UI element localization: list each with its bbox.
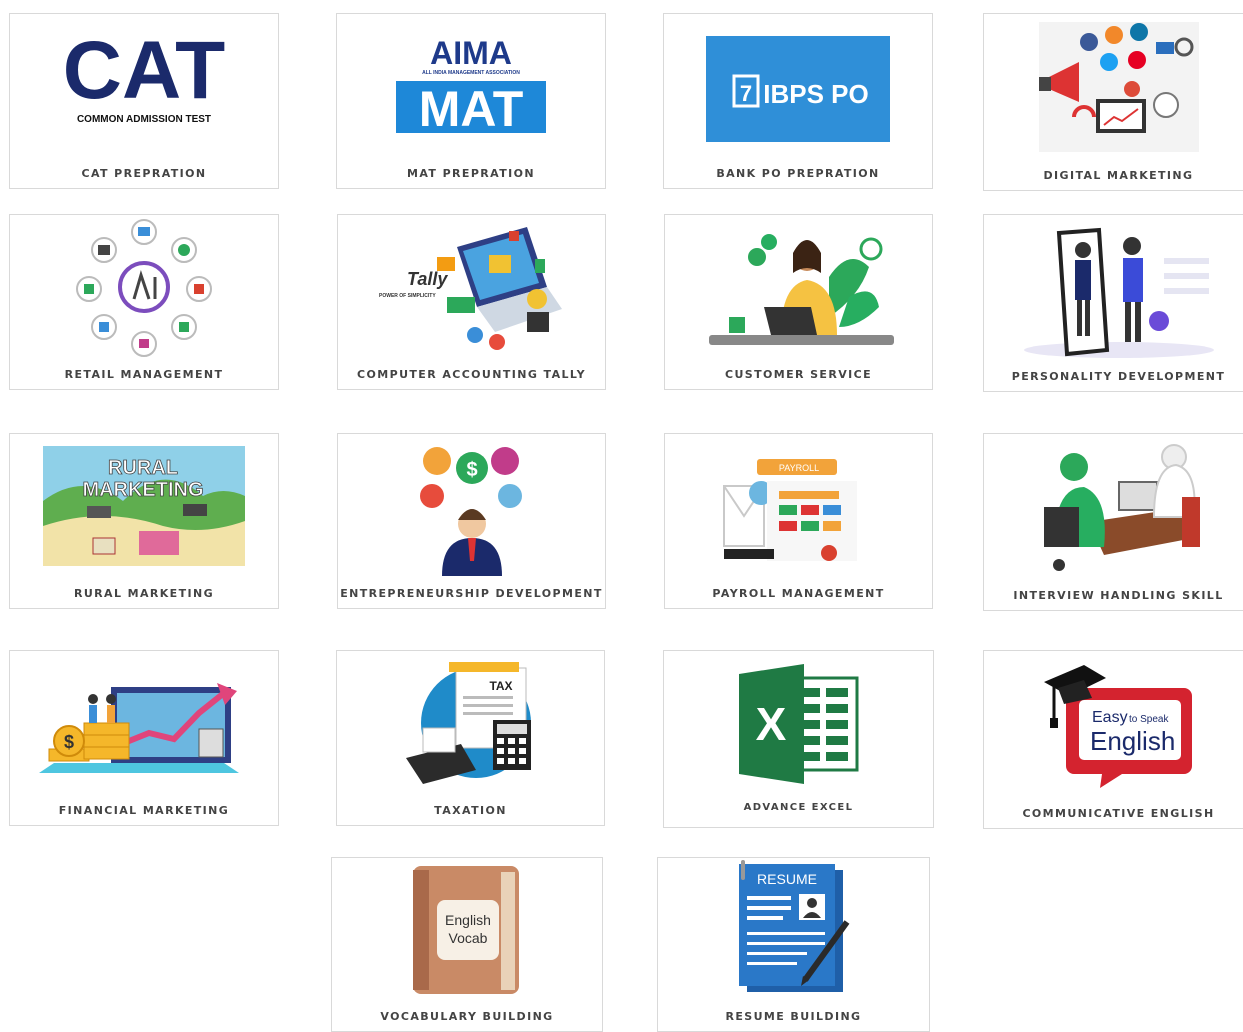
svg-text:Easy: Easy bbox=[1092, 709, 1128, 726]
course-title: MAT PREPRATION bbox=[407, 167, 535, 180]
course-card-payroll-management[interactable]: PAYROLL PAYROLL MANAGEMENT bbox=[664, 433, 933, 609]
course-card-cat[interactable]: CAT COMMON ADMISSION TEST CAT PREPRATION bbox=[9, 13, 279, 189]
course-card-taxation[interactable]: TAX TAXATION bbox=[336, 650, 605, 826]
svg-text:TAX: TAX bbox=[489, 679, 512, 693]
course-card-mat[interactable]: AIMA ALL INDIA MANAGEMENT ASSOCIATION MA… bbox=[336, 13, 606, 189]
svg-text:English: English bbox=[1090, 726, 1175, 756]
course-card-resume-building[interactable]: RESUME RESUME BUILDING bbox=[657, 857, 930, 1032]
course-card-communicative-english[interactable]: Easy to Speak English COMMUNICATIVE ENGL… bbox=[983, 650, 1243, 829]
taxation-illustration: TAX bbox=[337, 651, 604, 795]
cat-logo: CAT COMMON ADMISSION TEST bbox=[10, 14, 278, 158]
svg-text:English: English bbox=[445, 912, 491, 928]
svg-text:CAT: CAT bbox=[63, 36, 225, 116]
course-title: INTERVIEW HANDLING SKILL bbox=[1013, 589, 1224, 602]
tally-illustration: Tally POWER OF SIMPLICITY bbox=[338, 215, 605, 359]
svg-text:MAT: MAT bbox=[419, 81, 524, 137]
svg-text:COMMON ADMISSION TEST: COMMON ADMISSION TEST bbox=[77, 114, 211, 125]
course-card-computer-accounting-tally[interactable]: Tally POWER OF SIMPLICITY COMPUTER ACCOU… bbox=[337, 214, 606, 390]
ibps-logo: 7 IBPS PO bbox=[664, 14, 932, 158]
svg-text:7: 7 bbox=[740, 81, 752, 106]
course-card-vocabulary-building[interactable]: English Vocab VOCABULARY BUILDING bbox=[331, 857, 603, 1032]
course-card-financial-marketing[interactable]: $ FINANCIAL MARKETING bbox=[9, 650, 279, 826]
svg-text:$: $ bbox=[466, 459, 477, 481]
course-card-rural-marketing[interactable]: RURAL MARKETING RURAL MARKETING bbox=[9, 433, 279, 609]
course-card-customer-service[interactable]: CUSTOMER SERVICE bbox=[664, 214, 933, 390]
svg-text:RURAL: RURAL bbox=[108, 457, 178, 479]
svg-text:IBPS PO: IBPS PO bbox=[763, 79, 868, 109]
course-card-digital-marketing[interactable]: DIGITAL MARKETING bbox=[983, 13, 1243, 191]
retail-management-illustration bbox=[10, 215, 278, 359]
course-card-personality-development[interactable]: PERSONALITY DEVELOPMENT bbox=[983, 214, 1243, 392]
course-title: TAXATION bbox=[434, 804, 507, 817]
communicative-english-logo: Easy to Speak English bbox=[984, 651, 1243, 798]
course-card-interview-handling[interactable]: INTERVIEW HANDLING SKILL bbox=[983, 433, 1243, 611]
resume-illustration: RESUME bbox=[658, 858, 929, 1001]
mat-logo: AIMA ALL INDIA MANAGEMENT ASSOCIATION MA… bbox=[337, 14, 605, 158]
svg-text:X: X bbox=[755, 698, 786, 750]
interview-illustration bbox=[984, 434, 1243, 580]
course-title: RETAIL MANAGEMENT bbox=[64, 368, 224, 381]
course-title: RURAL MARKETING bbox=[73, 587, 215, 600]
customer-service-illustration bbox=[665, 215, 932, 359]
svg-text:Tally: Tally bbox=[407, 269, 448, 289]
svg-text:ALL INDIA MANAGEMENT ASSOCIATI: ALL INDIA MANAGEMENT ASSOCIATION bbox=[422, 70, 520, 76]
svg-text:to Speak: to Speak bbox=[1129, 714, 1169, 725]
digital-marketing-illustration bbox=[984, 14, 1243, 160]
svg-text:RESUME: RESUME bbox=[757, 871, 817, 887]
course-title: ENTREPRENEURSHIP DEVELOPMENT bbox=[340, 587, 603, 600]
financial-marketing-illustration: $ bbox=[10, 651, 278, 795]
entrepreneurship-illustration: $ bbox=[338, 434, 605, 578]
course-title: DIGITAL MARKETING bbox=[1043, 169, 1194, 182]
svg-text:AIMA: AIMA bbox=[430, 35, 512, 71]
course-title: PERSONALITY DEVELOPMENT bbox=[1011, 370, 1226, 383]
rural-marketing-illustration: RURAL MARKETING bbox=[10, 434, 278, 578]
course-title: ADVANCE EXCEL bbox=[743, 802, 854, 813]
payroll-illustration: PAYROLL bbox=[665, 434, 932, 578]
course-card-retail-management[interactable]: RETAIL MANAGEMENT bbox=[9, 214, 279, 390]
course-title: CUSTOMER SERVICE bbox=[724, 368, 873, 381]
course-title: CAT PREPRATION bbox=[81, 167, 207, 180]
course-title: FINANCIAL MARKETING bbox=[58, 804, 230, 817]
svg-text:POWER OF SIMPLICITY: POWER OF SIMPLICITY bbox=[379, 293, 436, 299]
svg-text:MARKETING: MARKETING bbox=[82, 479, 203, 501]
svg-text:$: $ bbox=[64, 732, 74, 752]
course-card-bank-po[interactable]: 7 IBPS PO BANK PO PREPRATION bbox=[663, 13, 933, 189]
course-title: COMPUTER ACCOUNTING TALLY bbox=[357, 368, 586, 381]
excel-logo: X bbox=[664, 651, 933, 797]
course-card-entrepreneurship-development[interactable]: $ ENTREPRENEURSHIP DEVELOPMENT bbox=[337, 433, 606, 609]
course-title: PAYROLL MANAGEMENT bbox=[712, 587, 885, 600]
course-title: COMMUNICATIVE ENGLISH bbox=[1022, 807, 1215, 820]
svg-text:PAYROLL: PAYROLL bbox=[778, 463, 818, 473]
course-title: VOCABULARY BUILDING bbox=[380, 1010, 554, 1023]
personality-development-illustration bbox=[984, 215, 1243, 361]
vocab-book-illustration: English Vocab bbox=[332, 858, 602, 1001]
svg-text:Vocab: Vocab bbox=[449, 930, 488, 946]
course-title: BANK PO PREPRATION bbox=[716, 167, 880, 180]
course-card-advance-excel[interactable]: X ADVANCE EXCEL bbox=[663, 650, 934, 828]
course-title: RESUME BUILDING bbox=[725, 1010, 862, 1023]
